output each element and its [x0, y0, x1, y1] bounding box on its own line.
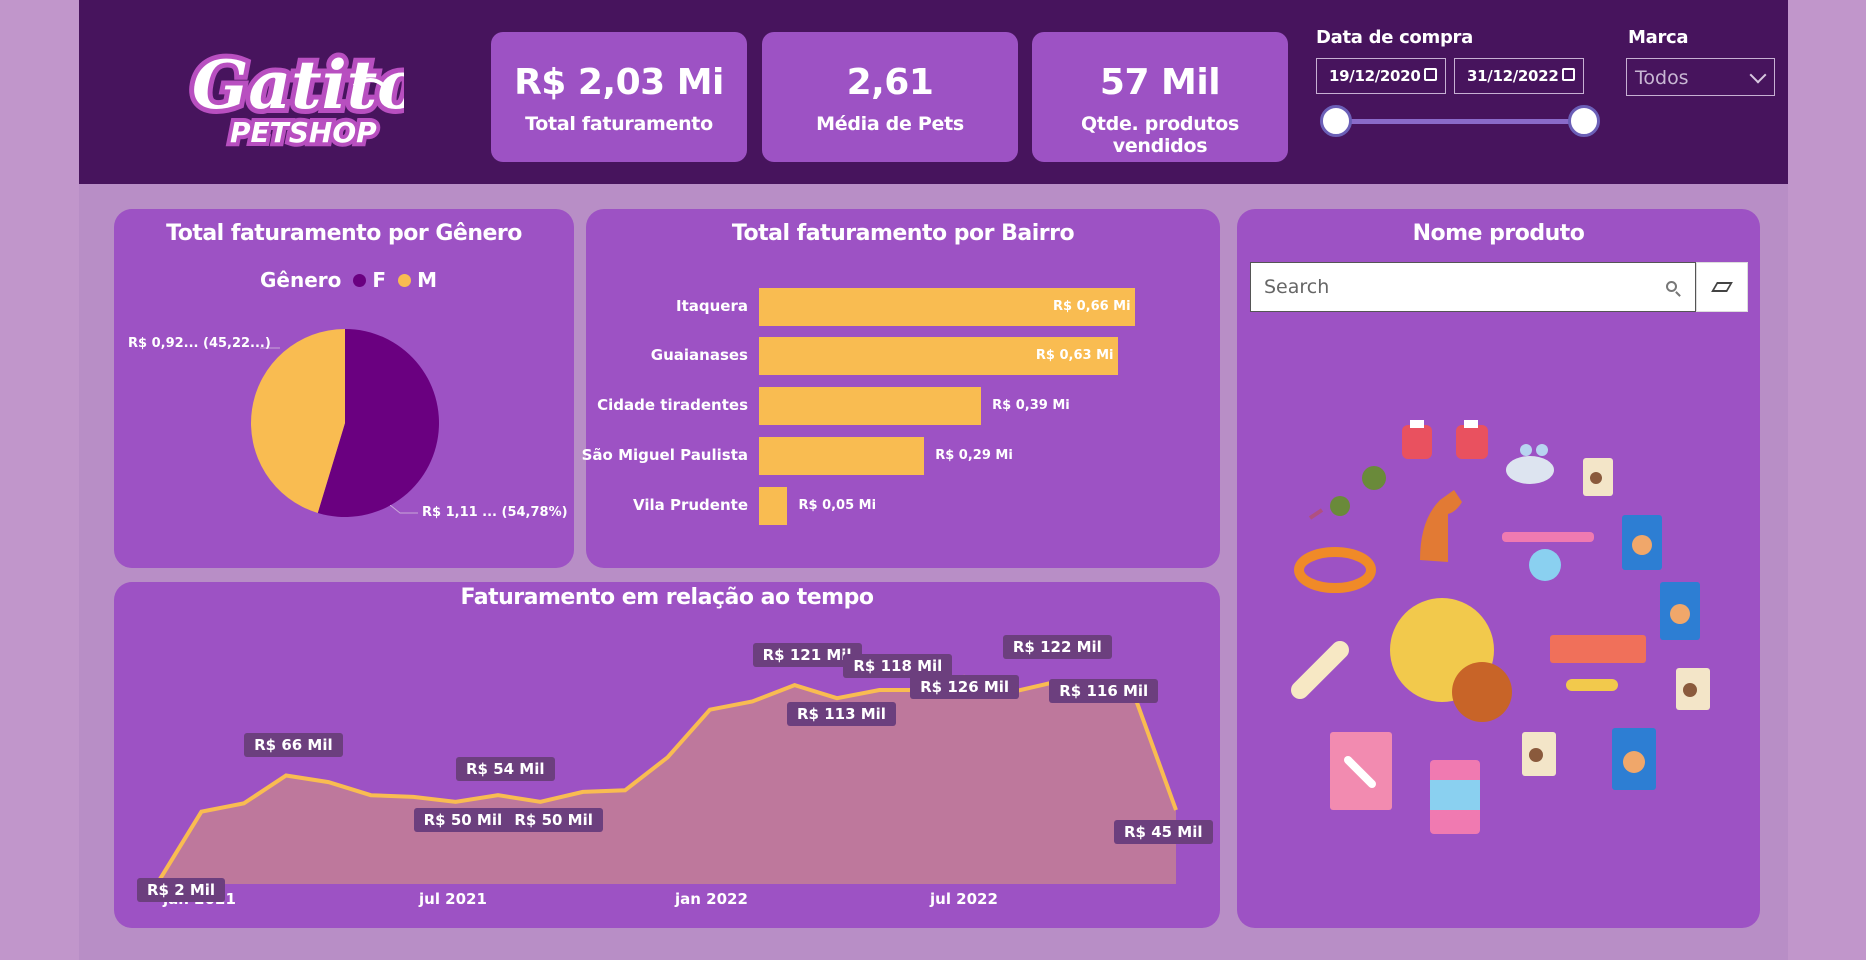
area-data-label: R$ 122 Mil [1002, 635, 1112, 660]
date-slider-end-handle[interactable] [1568, 105, 1600, 137]
legend-m-label[interactable]: M [417, 268, 437, 292]
cat-food-bag-icon [1622, 515, 1662, 570]
svg-text:PETSHOP: PETSHOP [230, 116, 377, 149]
end-date-value: 31/12/2022 [1467, 67, 1559, 85]
bar-cidade-tiradentes[interactable] [759, 387, 982, 425]
search-placeholder: Search [1264, 276, 1330, 298]
bar-são-miguel-paulista[interactable] [759, 437, 925, 475]
bar-category-label: Cidade tiradentes [597, 396, 748, 414]
kpi-label: Total faturamento [525, 113, 713, 135]
area-data-label: R$ 50 Mil [413, 807, 513, 832]
bairro-card-title: Total faturamento por Bairro [731, 221, 1075, 246]
date-slider-start-handle[interactable] [1320, 105, 1352, 137]
cat-collar-icon [1502, 532, 1594, 581]
pie-label-leader-f [390, 505, 418, 514]
pie-label-leaders [260, 347, 280, 349]
pet-products-illustration [1291, 420, 1710, 834]
start-date-field[interactable]: 19/12/2020 [1316, 58, 1446, 94]
green-toy-icon [1330, 466, 1386, 516]
gender-legend: Gênero F M [260, 268, 437, 292]
cat-food-can-icon [1430, 760, 1480, 834]
leash-icon [1308, 508, 1324, 520]
legend-f-label[interactable]: F [372, 268, 386, 292]
product-card-title: Nome produto [1412, 221, 1585, 246]
collar-bone-icon [1550, 635, 1646, 691]
end-date-field[interactable]: 31/12/2022 [1454, 58, 1584, 94]
kpi-label: Média de Pets [816, 113, 964, 135]
pie-label-m: R$ 0,92... (45,22...) [128, 336, 271, 351]
legend-f-dot [353, 273, 367, 287]
kpi-media-pets: 2,61 Média de Pets [762, 32, 1018, 162]
bar-category-label: Guaianases [650, 346, 748, 364]
bar-value-label: R$ 0,66 Mi [1053, 299, 1131, 314]
pet-food-bag-icon [1583, 458, 1613, 496]
area-data-label: R$ 113 Mil [787, 702, 896, 727]
date-slicer-title: Data de compra [1316, 27, 1473, 48]
spiky-ball-icon [1390, 598, 1512, 722]
kpi-qtde-produtos: 57 Mil Qtde. produtos vendidos [1032, 32, 1288, 162]
bone-icon [1291, 641, 1349, 699]
area-data-label: R$ 45 Mil [1114, 820, 1213, 845]
bar-category-label: São Miguel Paulista [581, 446, 748, 464]
x-tick-label: jan 2022 [675, 890, 748, 908]
dog-icon [1420, 490, 1462, 562]
area-data-label: R$ 126 Mil [910, 674, 1020, 699]
pet-sweater-icon [1402, 420, 1432, 459]
kpi-label: Qtde. produtos vendidos [1081, 113, 1239, 157]
svg-text:Gatito: Gatito [192, 46, 404, 124]
area-data-label: R$ 116 Mil [1049, 679, 1159, 704]
start-date-value: 19/12/2020 [1329, 67, 1421, 85]
kpi-value: 57 Mil [1099, 62, 1221, 103]
search-icon[interactable] [1666, 281, 1677, 292]
legend-m-dot [398, 273, 412, 287]
brand-slicer-title: Marca [1628, 27, 1689, 48]
bar-value-label: R$ 0,39 Mi [992, 398, 1070, 413]
bar-value-label: R$ 0,63 Mi [1035, 348, 1114, 363]
calendar-icon[interactable] [1562, 68, 1575, 81]
clear-selections-button[interactable] [1696, 262, 1748, 312]
chevron-down-icon [1749, 66, 1767, 84]
cat-food-bag-icon [1660, 582, 1700, 640]
treat-bag-icon [1330, 732, 1392, 810]
calendar-icon[interactable] [1424, 68, 1437, 81]
dog-collar-icon [1294, 547, 1376, 593]
x-tick-label: jul 2021 [419, 890, 487, 908]
area-data-label: R$ 66 Mil [244, 733, 343, 758]
kpi-value: 2,61 [846, 62, 934, 103]
bar-category-label: Vila Prudente [633, 496, 748, 514]
kpi-total-faturamento: R$ 2,03 Mi Total faturamento [491, 32, 747, 162]
legend-title: Gênero [260, 268, 342, 292]
cat-food-bag-icon [1612, 728, 1656, 790]
bar-value-label: R$ 0,29 Mi [935, 448, 1013, 463]
x-tick-label: jul 2022 [930, 890, 998, 908]
bar-vila-prudente[interactable] [759, 487, 788, 525]
area-data-label: R$ 54 Mil [456, 757, 555, 782]
bar-category-label: Itaquera [676, 297, 748, 315]
gatito-petshop-logo: Gatito PETSHOP [187, 41, 404, 153]
area-data-label: R$ 50 Mil [504, 807, 603, 832]
toy-mouse-icon [1506, 444, 1554, 484]
brand-dropdown[interactable]: Todos [1626, 58, 1775, 96]
pet-sweater-icon [1456, 420, 1488, 459]
product-search-input[interactable]: Search [1250, 262, 1696, 312]
pie-label-f: R$ 1,11 ... (54,78%) [422, 505, 568, 520]
kpi-value: R$ 2,03 Mi [514, 62, 724, 103]
time-card-title: Faturamento em relação ao tempo [460, 585, 874, 610]
area-data-label: R$ 2 Mil [137, 877, 226, 902]
pet-food-bag-icon [1676, 668, 1710, 710]
brand-selected-value: Todos [1635, 67, 1689, 89]
eraser-icon [1711, 282, 1733, 292]
pet-food-bag-icon [1522, 732, 1556, 776]
bar-value-label: R$ 0,05 Mi [798, 498, 877, 513]
date-range-slider-track[interactable] [1336, 119, 1584, 124]
gender-card-title: Total faturamento por Gênero [166, 221, 522, 246]
